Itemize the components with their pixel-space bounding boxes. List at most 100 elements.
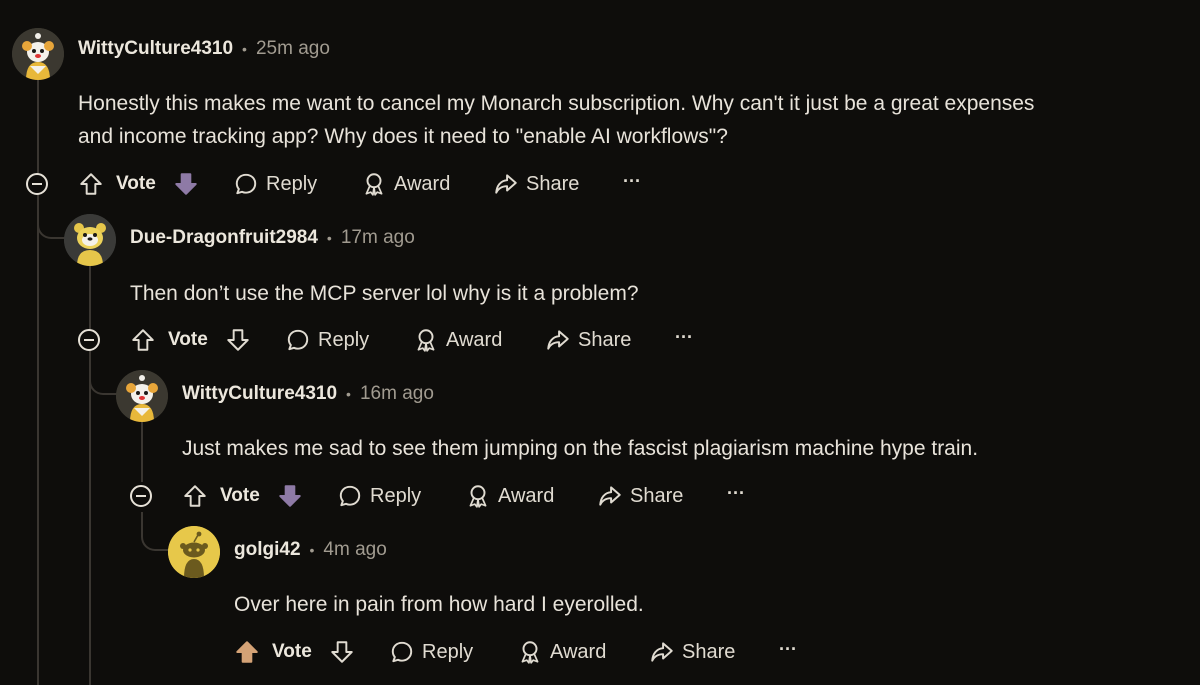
upvote-button[interactable]	[182, 479, 208, 513]
snoo-clown-avatar-icon	[12, 28, 64, 80]
award-button[interactable]: Award	[465, 479, 554, 513]
share-label: Share	[526, 172, 580, 195]
upvote-arrow-icon	[184, 485, 206, 507]
comment-body: Over here in pain from how hard I eyerol…	[234, 588, 644, 621]
downvote-arrow-icon	[331, 641, 353, 663]
username[interactable]: golgi42	[234, 539, 301, 561]
upvote-button[interactable]	[130, 323, 156, 357]
comment-meta: golgi42 • 4m ago	[234, 536, 387, 564]
reply-label: Reply	[422, 640, 474, 663]
comment-actions: Vote Reply Award Share ···	[78, 167, 678, 201]
collapse-thread-button[interactable]	[130, 485, 152, 507]
comment-actions: Vote Reply Award Share ···	[130, 323, 730, 357]
avatar[interactable]	[168, 526, 220, 578]
timestamp[interactable]: 16m ago	[360, 383, 434, 405]
award-button[interactable]: Award	[517, 635, 606, 669]
share-arrow-icon	[599, 486, 621, 506]
share-button[interactable]: Share	[545, 323, 631, 357]
award-icon	[417, 329, 435, 352]
award-icon	[469, 485, 487, 508]
award-icon	[365, 173, 383, 196]
snoo-clown-avatar-icon	[116, 370, 168, 422]
share-arrow-icon	[651, 642, 673, 662]
award-button[interactable]: Award	[361, 167, 450, 201]
comment-body-line: Just makes me sad to see them jumping on…	[182, 437, 979, 460]
comment-meta: WittyCulture4310 • 25m ago	[78, 35, 330, 63]
award-button[interactable]: Award	[413, 323, 502, 357]
share-button[interactable]: Share	[597, 479, 683, 513]
reply-bubble-icon	[339, 485, 361, 507]
more-options-button[interactable]: ···	[623, 171, 641, 192]
comment-body: Then don’t use the MCP server lol why is…	[130, 277, 639, 310]
avatar[interactable]	[64, 214, 116, 266]
award-label: Award	[550, 640, 607, 663]
timestamp[interactable]: 25m ago	[256, 38, 330, 60]
reply-bubble-icon	[287, 329, 309, 351]
reply-button[interactable]: Reply	[233, 167, 317, 201]
upvote-arrow-icon	[236, 641, 258, 663]
award-label: Award	[498, 484, 555, 507]
reply-label: Reply	[318, 328, 370, 351]
upvote-button[interactable]	[234, 635, 260, 669]
meta-separator: •	[242, 41, 247, 57]
upvote-button[interactable]	[78, 167, 104, 201]
timestamp[interactable]: 4m ago	[323, 539, 386, 561]
comment-body-line: and income tracking app? Why does it nee…	[78, 125, 728, 148]
reply-label: Reply	[370, 484, 422, 507]
meta-separator: •	[326, 230, 332, 246]
reply-button[interactable]: Reply	[389, 635, 473, 669]
upvote-arrow-icon	[80, 173, 102, 195]
award-icon	[521, 641, 539, 664]
share-arrow-icon	[547, 330, 569, 350]
share-label: Share	[630, 484, 684, 507]
collapse-thread-button[interactable]	[78, 329, 100, 351]
downvote-button[interactable]	[225, 323, 251, 357]
avatar[interactable]	[116, 370, 168, 422]
award-label: Award	[446, 328, 503, 351]
meta-separator: •	[346, 386, 351, 402]
snoo-bear-avatar-icon	[64, 214, 116, 266]
downvote-button[interactable]	[277, 479, 303, 513]
comment-body: Honestly this makes me want to cancel my…	[78, 87, 1034, 153]
comment-actions: Vote Reply Award Share ···	[234, 635, 834, 669]
share-arrow-icon	[495, 174, 517, 194]
share-label: Share	[578, 328, 632, 351]
avatar[interactable]	[12, 28, 64, 80]
more-options-button[interactable]: ···	[727, 483, 745, 504]
username[interactable]: Due-Dragonfruit2984	[130, 227, 318, 249]
comment-body: Just makes me sad to see them jumping on…	[182, 432, 978, 465]
upvote-arrow-icon	[132, 329, 154, 351]
share-button[interactable]: Share	[493, 167, 579, 201]
meta-separator: •	[309, 542, 315, 558]
vote-label: Vote	[272, 641, 312, 662]
comment-body-line: Honestly this makes me want to cancel my…	[78, 92, 1035, 115]
reply-button[interactable]: Reply	[285, 323, 369, 357]
comment-meta: Due-Dragonfruit2984 • 17m ago	[130, 224, 415, 252]
comment-meta: WittyCulture4310 • 16m ago	[182, 380, 434, 408]
vote-label: Vote	[168, 329, 208, 350]
downvote-button[interactable]	[173, 167, 199, 201]
reply-bubble-icon	[391, 641, 413, 663]
thread-line[interactable]	[37, 76, 39, 685]
award-label: Award	[394, 172, 451, 195]
vote-label: Vote	[116, 173, 156, 194]
comment-body-line: Over here in pain from how hard I eyerol…	[234, 593, 644, 616]
share-button[interactable]: Share	[649, 635, 735, 669]
timestamp[interactable]: 17m ago	[341, 227, 415, 249]
downvote-button[interactable]	[329, 635, 355, 669]
reply-label: Reply	[266, 172, 318, 195]
comment-actions: Vote Reply Award Share ···	[182, 479, 782, 513]
collapse-thread-button[interactable]	[26, 173, 48, 195]
username[interactable]: WittyCulture4310	[78, 38, 233, 60]
vote-label: Vote	[220, 485, 260, 506]
reply-button[interactable]: Reply	[337, 479, 421, 513]
comment-body-line: Then don’t use the MCP server lol why is…	[130, 282, 639, 305]
more-options-button[interactable]: ···	[675, 327, 693, 348]
more-options-button[interactable]: ···	[779, 639, 797, 660]
downvote-arrow-icon	[279, 485, 301, 507]
downvote-arrow-icon	[227, 329, 249, 351]
thread-line[interactable]	[141, 422, 143, 482]
username[interactable]: WittyCulture4310	[182, 383, 337, 405]
snoo-default-avatar-icon	[168, 526, 220, 578]
downvote-arrow-icon	[175, 173, 197, 195]
